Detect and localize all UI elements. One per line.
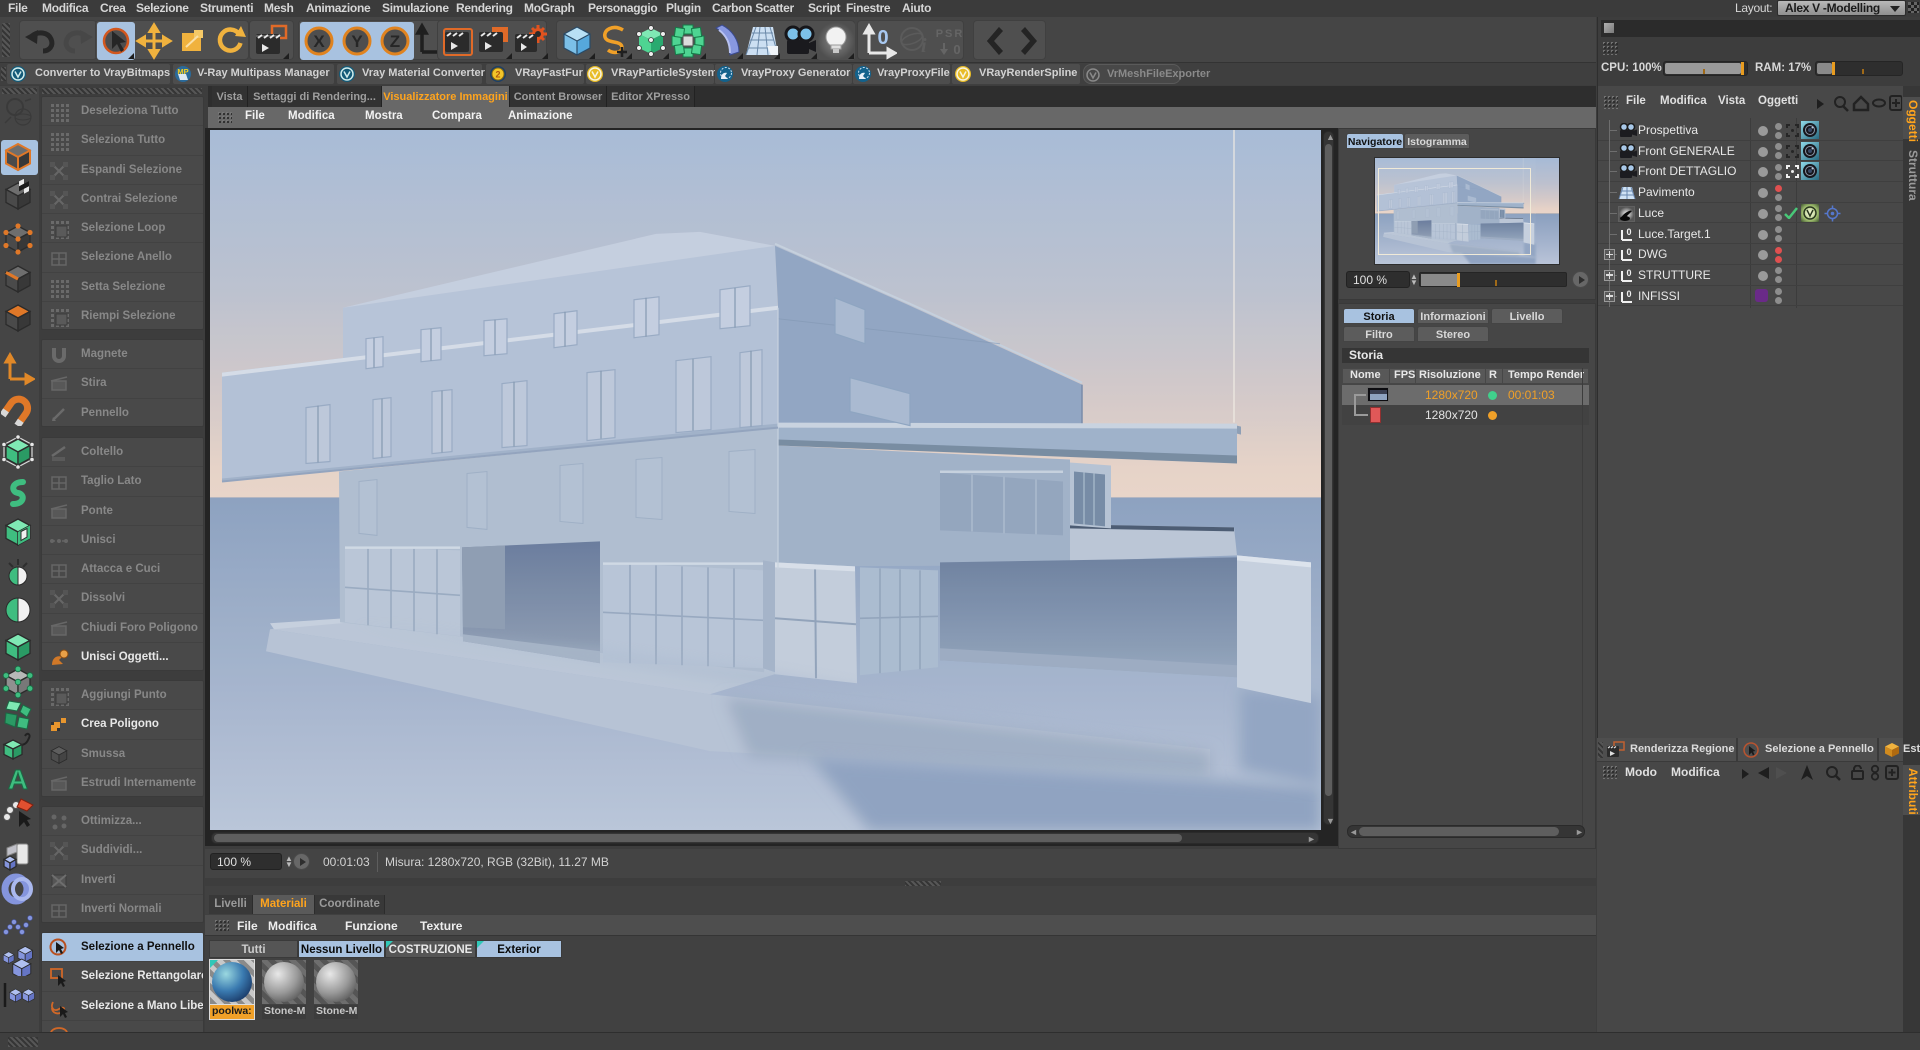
svg-text:0: 0	[1626, 227, 1631, 237]
svg-text:0: 0	[1626, 247, 1631, 257]
svg-text:A: A	[8, 764, 28, 795]
svg-text:Y: Y	[351, 32, 363, 51]
svg-text:PSR: PSR	[936, 28, 965, 40]
svg-text:Z: Z	[390, 32, 400, 51]
svg-text:0: 0	[1626, 289, 1631, 299]
svg-text:0: 0	[877, 27, 888, 49]
svg-text:i: i	[921, 35, 927, 57]
svg-text:2: 2	[495, 70, 500, 80]
svg-text:X: X	[313, 32, 325, 51]
svg-text:0: 0	[1626, 268, 1631, 278]
svg-text:0: 0	[953, 42, 960, 57]
